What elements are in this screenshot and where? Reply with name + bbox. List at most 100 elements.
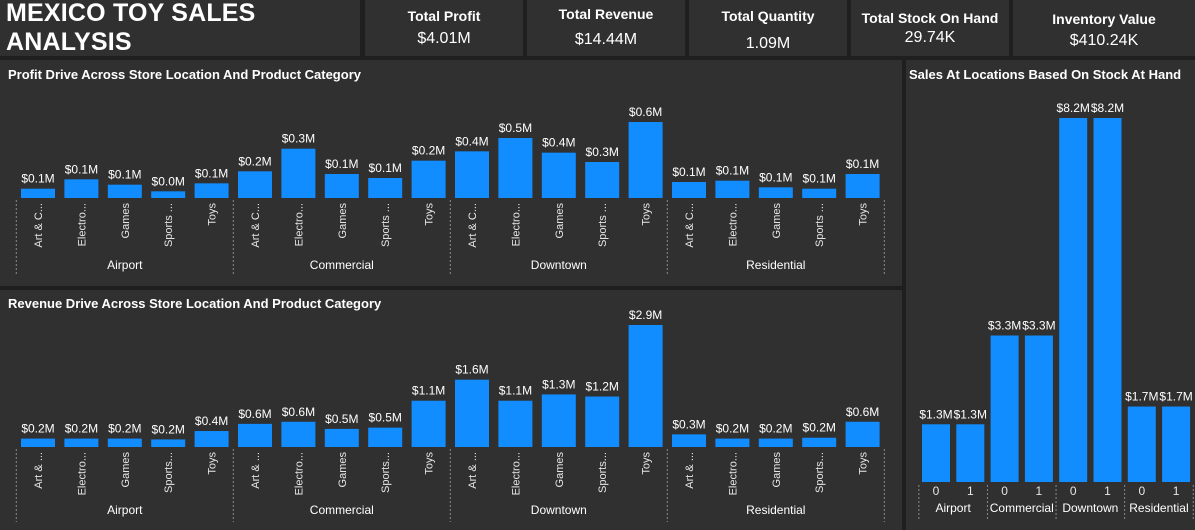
category-tick-label: Toys [207, 203, 219, 226]
bar-residential-1[interactable] [1162, 406, 1191, 482]
bar-commercial-0[interactable] [990, 335, 1019, 482]
bar-downtown-2[interactable] [541, 152, 576, 198]
bar-commercial-0[interactable] [238, 423, 272, 447]
group-axis-label: Downtown [531, 258, 587, 272]
kpi-card-total-stock-on-hand[interactable]: Total Stock On Hand 29.74K [851, 0, 1009, 56]
kpi-card-total-revenue[interactable]: Total Revenue $14.44M [527, 0, 685, 56]
category-tick-label: Art & C... [250, 203, 262, 248]
category-tick-label: Sports ... [163, 203, 175, 247]
category-tick-label: 1 [1173, 484, 1180, 498]
data-label: $0.4M [455, 134, 488, 148]
category-tick-label: Electro... [293, 452, 305, 495]
bar-residential-1[interactable] [715, 438, 750, 447]
data-label: $0.1M [325, 157, 358, 171]
bar-airport-2[interactable] [107, 438, 142, 447]
bar-downtown-0[interactable] [1059, 118, 1088, 482]
revenue-chart-panel[interactable]: Revenue Drive Across Store Location And … [0, 290, 902, 530]
stock-sales-chart-panel[interactable]: Sales At Locations Based On Stock At Han… [906, 60, 1195, 530]
bar-airport-2[interactable] [107, 184, 142, 198]
bar-commercial-4[interactable] [411, 400, 446, 447]
bar-residential-0[interactable] [672, 434, 706, 447]
bar-commercial-2[interactable] [324, 174, 359, 198]
bar-commercial-4[interactable] [411, 160, 446, 198]
data-label: $0.2M [65, 422, 98, 436]
data-label: $0.1M [803, 172, 836, 186]
data-label: $1.2M [586, 380, 619, 394]
bar-residential-4[interactable] [845, 421, 880, 447]
category-tick-label: Games [120, 203, 132, 239]
bar-airport-1[interactable] [956, 424, 985, 482]
category-tick-label: Art & ... [33, 452, 45, 489]
data-label: $0.1M [672, 165, 705, 179]
kpi-card-total-profit[interactable]: Total Profit $4.01M [365, 0, 523, 56]
bar-commercial-1[interactable] [1024, 335, 1053, 482]
data-label: $1.1M [412, 384, 445, 398]
data-label: $0.6M [238, 407, 271, 421]
category-tick-label: Electro... [510, 203, 522, 246]
category-tick-label: Electro... [510, 452, 522, 495]
kpi-value: $410.24K [1069, 32, 1139, 49]
data-label: $0.5M [499, 121, 532, 135]
bar-residential-0[interactable] [1127, 406, 1156, 482]
bar-residential-4[interactable] [845, 174, 880, 198]
bar-airport-4[interactable] [194, 431, 229, 447]
bar-airport-4[interactable] [194, 183, 229, 198]
bar-downtown-3[interactable] [585, 396, 620, 447]
category-tick-label: 1 [967, 484, 974, 498]
category-tick-label: Art & ... [467, 452, 479, 489]
bar-downtown-2[interactable] [541, 394, 576, 447]
bar-residential-2[interactable] [758, 187, 793, 198]
category-tick-label: Electro... [727, 203, 739, 246]
bar-airport-1[interactable] [64, 179, 99, 198]
bar-commercial-2[interactable] [324, 428, 359, 447]
group-axis-label: Downtown [531, 503, 587, 517]
bar-commercial-1[interactable] [281, 421, 316, 447]
bar-residential-3[interactable] [802, 188, 837, 198]
bar-commercial-1[interactable] [281, 148, 316, 198]
bar-airport-0[interactable] [922, 424, 950, 482]
data-label: $1.1M [499, 384, 532, 398]
bar-airport-0[interactable] [21, 438, 55, 447]
kpi-card-inventory-value[interactable]: Inventory Value $410.24K [1013, 0, 1195, 56]
category-tick-label: Toys [641, 203, 653, 226]
category-tick-label: Games [771, 203, 783, 239]
bar-downtown-1[interactable] [498, 138, 533, 198]
bar-downtown-4[interactable] [628, 325, 663, 447]
kpi-card-total-quantity[interactable]: Total Quantity 1.09M [689, 0, 847, 56]
bar-commercial-3[interactable] [368, 427, 403, 447]
data-label: $8.2M [1091, 101, 1124, 115]
data-label: $3.3M [1022, 319, 1055, 333]
category-tick-label: Electro... [727, 452, 739, 495]
category-tick-label: Electro... [76, 452, 88, 495]
group-axis-label: Commercial [310, 258, 374, 272]
bar-commercial-3[interactable] [368, 178, 403, 198]
data-label: $0.2M [803, 421, 836, 435]
data-label: $0.4M [542, 136, 575, 150]
bar-downtown-4[interactable] [628, 122, 663, 198]
bar-airport-3[interactable] [151, 439, 186, 447]
category-tick-label: Games [554, 452, 566, 488]
bar-airport-3[interactable] [151, 191, 186, 198]
category-tick-label: Games [554, 203, 566, 239]
bar-downtown-3[interactable] [585, 162, 620, 198]
bar-residential-0[interactable] [672, 182, 706, 198]
bar-downtown-1[interactable] [1093, 118, 1122, 482]
data-label: $0.3M [586, 145, 619, 159]
bar-residential-3[interactable] [802, 437, 837, 447]
bar-downtown-0[interactable] [455, 151, 489, 198]
category-tick-label: Toys [858, 203, 870, 226]
category-tick-label: Sports ... [597, 203, 609, 247]
bar-airport-0[interactable] [21, 188, 55, 198]
data-label: $0.1M [846, 157, 879, 171]
bar-residential-2[interactable] [758, 438, 793, 447]
bar-downtown-0[interactable] [455, 379, 489, 447]
group-axis-label: Commercial [310, 503, 374, 517]
category-tick-label: Art & ... [250, 452, 262, 489]
category-tick-label: Art & ... [684, 452, 696, 489]
data-label: $0.1M [369, 161, 402, 175]
bar-commercial-0[interactable] [238, 171, 272, 198]
bar-residential-1[interactable] [715, 180, 750, 198]
profit-chart-panel[interactable]: Profit Drive Across Store Location And P… [0, 60, 902, 286]
bar-downtown-1[interactable] [498, 400, 533, 447]
bar-airport-1[interactable] [64, 438, 99, 447]
